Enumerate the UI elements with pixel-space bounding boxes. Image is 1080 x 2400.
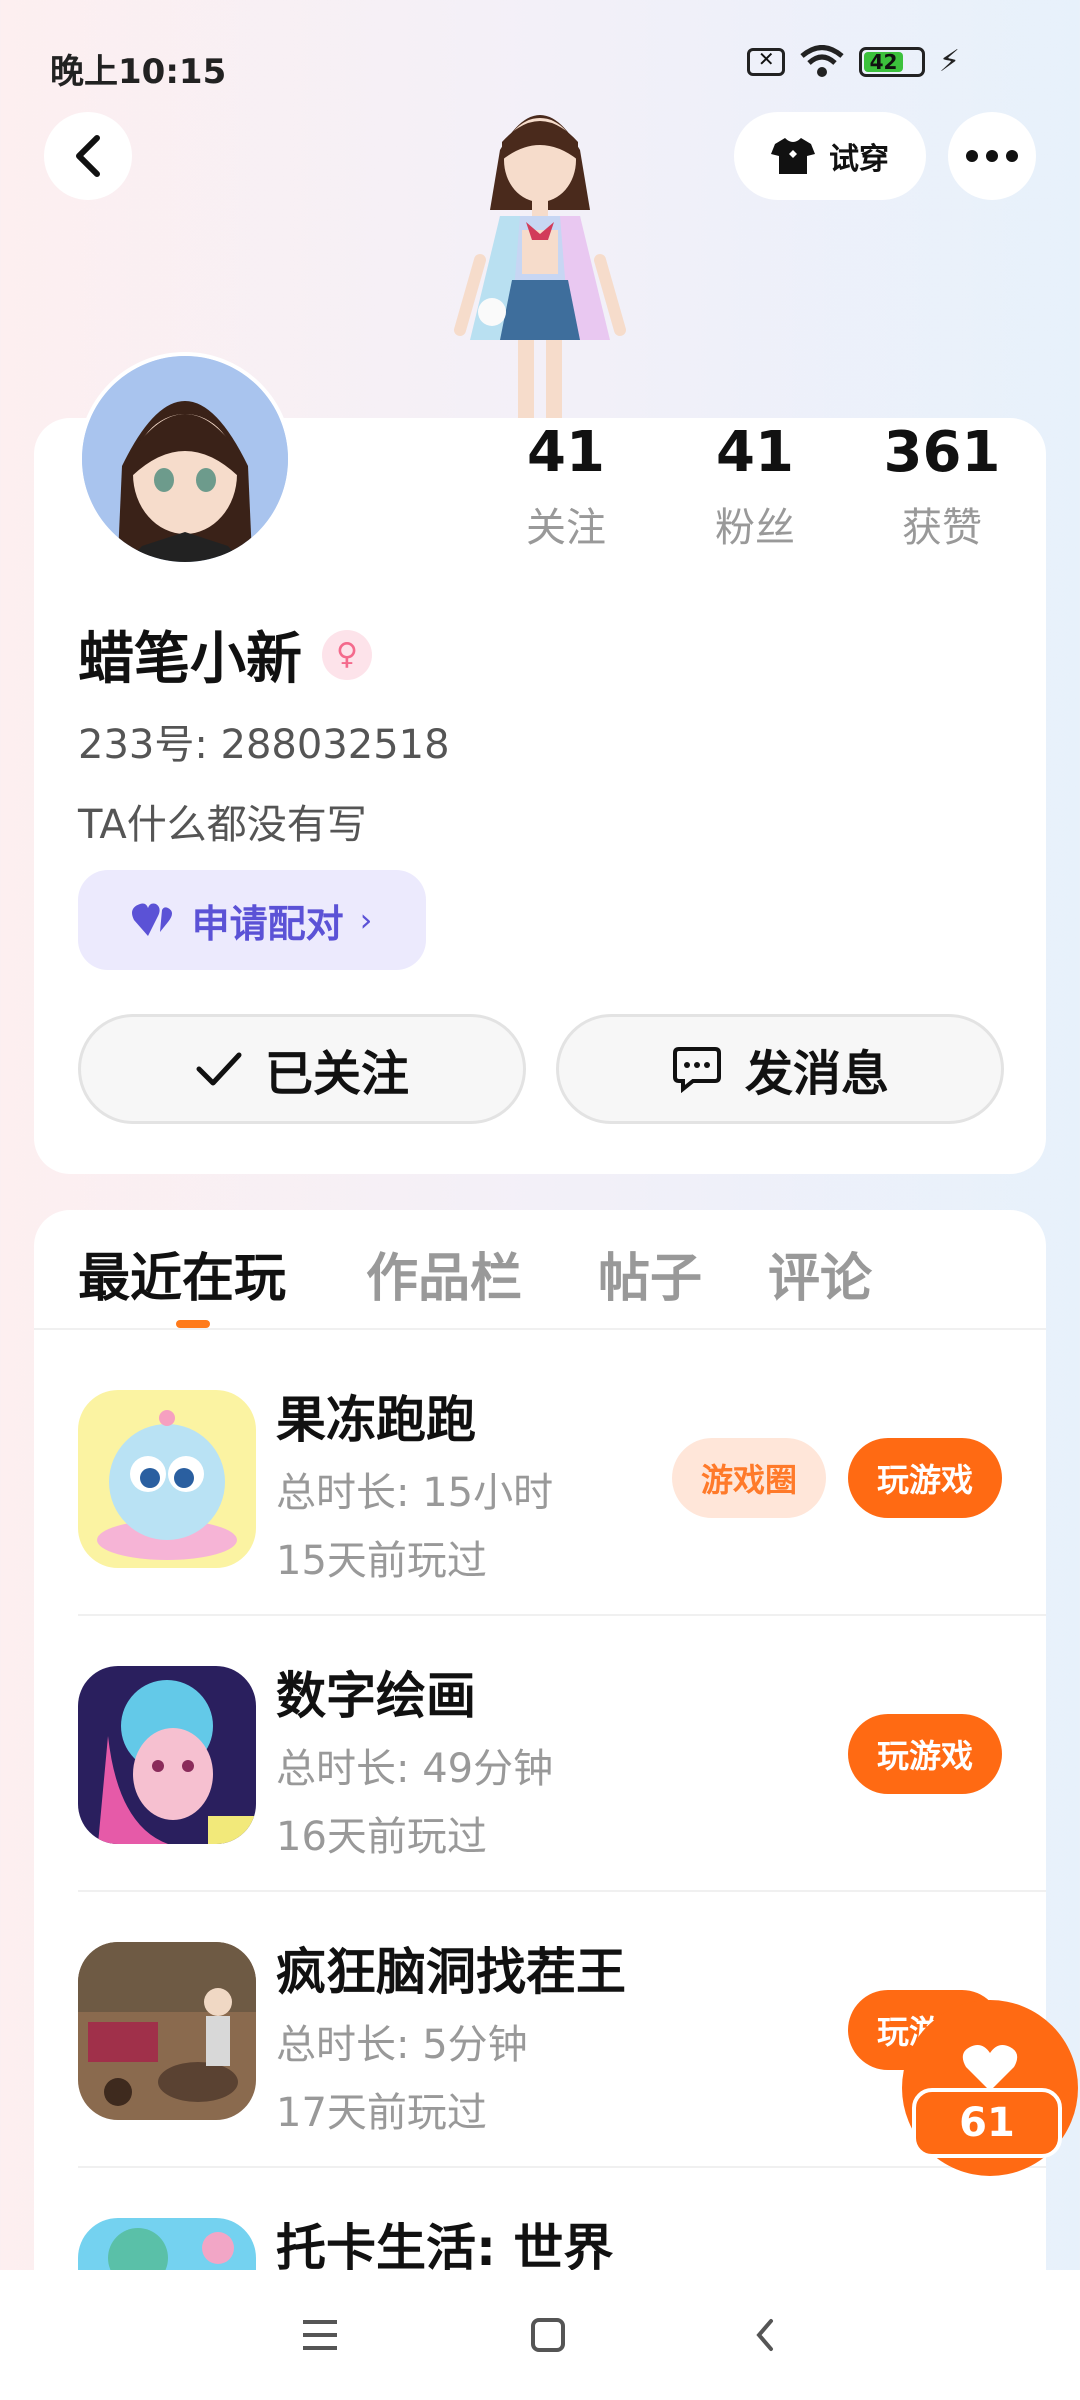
active-tab-indicator xyxy=(176,1320,210,1328)
game-circle-button[interactable]: 游戏圈 xyxy=(672,1438,826,1518)
play-game-button[interactable]: 玩游戏 xyxy=(848,1438,1002,1518)
stat-following[interactable]: 41 关注 xyxy=(496,420,636,553)
battery-icon: 42 xyxy=(858,46,925,77)
game-last-played: 16天前玩过 xyxy=(276,1814,487,1860)
bio: TA什么都没有写 xyxy=(78,802,367,848)
game-title[interactable]: 数字绘画 xyxy=(276,1656,476,1728)
pair-request-label: 申请配对 xyxy=(191,901,344,946)
stat-following-label: 关注 xyxy=(526,505,606,551)
game-icon-jelly-run[interactable] xyxy=(78,1390,256,1568)
profile-name-row: 蜡笔小新 ♀ xyxy=(78,614,372,695)
like-count-badge: 61 xyxy=(912,2088,1062,2158)
game-icon-toca-life[interactable] xyxy=(78,2218,256,2270)
play-game-button[interactable]: 玩游戏 xyxy=(848,1714,1002,1794)
heart-icon xyxy=(962,2045,1018,2091)
stat-likes-value: 361 xyxy=(883,420,1001,485)
avatar-figure[interactable] xyxy=(440,90,640,420)
profile-name: 蜡笔小新 xyxy=(78,627,302,692)
game-icon-number-painting[interactable] xyxy=(78,1666,256,1844)
game-last-played: 15天前玩过 xyxy=(276,1538,487,1584)
stat-likes[interactable]: 361 获赞 xyxy=(872,420,1012,553)
shirt-icon xyxy=(771,138,815,174)
user-id: 233号: 288032518 xyxy=(78,722,450,768)
charging-icon: ⚡ xyxy=(938,44,960,79)
home-icon[interactable] xyxy=(530,2317,566,2353)
pair-request-button[interactable]: 申请配对 › xyxy=(78,870,426,970)
check-icon xyxy=(196,1052,242,1086)
back-icon xyxy=(76,135,100,177)
battery-level: 42 xyxy=(863,50,904,74)
status-time: 晚上10:15 xyxy=(50,52,227,92)
tab-works[interactable]: 作品栏 xyxy=(366,1236,522,1311)
game-last-played: 17天前玩过 xyxy=(276,2090,487,2136)
chevron-right-icon: › xyxy=(359,901,373,939)
following-label: 已关注 xyxy=(264,1046,409,1102)
chat-bubble-icon xyxy=(672,1047,721,1093)
game-title[interactable]: 疯狂脑洞找茬王 xyxy=(276,1932,626,2004)
game-duration: 总时长: 5分钟 xyxy=(276,2022,528,2068)
avatar[interactable] xyxy=(78,352,292,566)
game-icon-spot-difference[interactable] xyxy=(78,1942,256,2120)
tab-posts[interactable]: 帖子 xyxy=(598,1236,702,1311)
stat-followers-value: 41 xyxy=(716,420,794,485)
stat-followers[interactable]: 41 粉丝 xyxy=(685,420,825,553)
message-label: 发消息 xyxy=(744,1046,889,1102)
female-gender-icon: ♀ xyxy=(322,629,372,680)
back-button[interactable] xyxy=(44,112,132,200)
stat-following-value: 41 xyxy=(527,420,605,485)
game-title[interactable]: 果冻跑跑 xyxy=(276,1380,476,1452)
try-on-button[interactable]: 试穿 xyxy=(734,112,926,200)
heart-pair-icon xyxy=(131,903,172,936)
game-duration: 总时长: 49分钟 xyxy=(276,1746,554,1792)
back-nav-icon[interactable] xyxy=(753,2317,777,2353)
stat-followers-label: 粉丝 xyxy=(715,505,795,551)
try-on-label: 试穿 xyxy=(829,142,889,177)
game-duration: 总时长: 15小时 xyxy=(276,1470,554,1516)
stat-likes-label: 获赞 xyxy=(902,505,982,551)
more-button[interactable] xyxy=(948,112,1036,200)
row-divider xyxy=(78,1890,1046,1892)
menu-icon[interactable] xyxy=(303,2318,343,2352)
row-divider xyxy=(78,2166,1046,2168)
system-nav-bar xyxy=(0,2270,1080,2400)
wifi-icon xyxy=(800,44,844,77)
tab-recently-played[interactable]: 最近在玩 xyxy=(78,1236,286,1311)
following-button[interactable]: 已关注 xyxy=(78,1014,526,1124)
more-icon xyxy=(966,150,1018,162)
row-divider xyxy=(78,1614,1046,1616)
tab-divider xyxy=(34,1328,1046,1330)
no-sim-icon xyxy=(746,47,785,76)
message-button[interactable]: 发消息 xyxy=(556,1014,1004,1124)
status-icons: 42 ⚡ xyxy=(746,44,960,79)
tab-comments[interactable]: 评论 xyxy=(768,1236,872,1311)
